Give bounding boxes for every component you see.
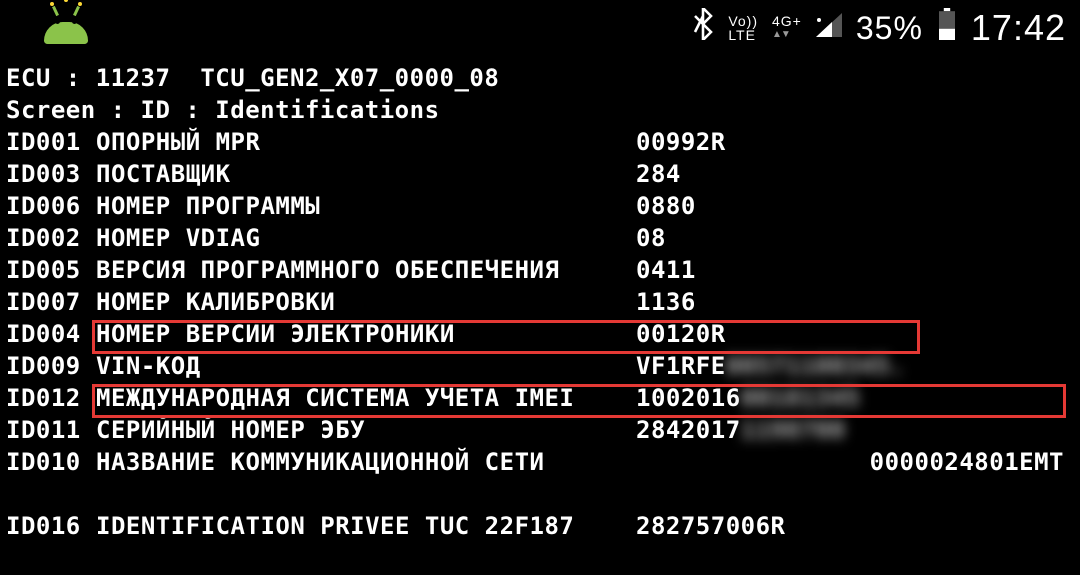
row-value: 282757006R xyxy=(636,510,936,542)
id-row: ID005ВЕРСИЯ ПРОГРАММНОГО ОБЕСПЕЧЕНИЯ0411 xyxy=(6,254,1074,286)
row-value: 0000024801EMT xyxy=(636,446,1074,478)
row-label: НОМЕР ПРОГРАММЫ xyxy=(96,190,636,222)
row-label: VIN-КОД xyxy=(96,350,636,382)
row-id: ID016 xyxy=(6,510,96,542)
row-id: ID002 xyxy=(6,222,96,254)
row-id: ID007 xyxy=(6,286,96,318)
row-label: IDENTIFICATION PRIVEE TUC 22F187 xyxy=(96,510,636,542)
id-row: ID016 IDENTIFICATION PRIVEE TUC 22F187 2… xyxy=(6,510,1074,542)
row-id: ID006 xyxy=(6,190,96,222)
volte-indicator: Vo)) LTE xyxy=(728,14,758,42)
row-id: ID001 xyxy=(6,126,96,158)
id-row: ID010НАЗВАНИЕ КОММУНИКАЦИОННОЙ СЕТИ00000… xyxy=(6,446,1074,478)
row-label: НОМЕР VDIAG xyxy=(96,222,636,254)
app-icon xyxy=(44,12,88,44)
row-id: ID010 xyxy=(6,446,96,478)
id-row: ID006НОМЕР ПРОГРАММЫ0880 xyxy=(6,190,1074,222)
id-row: ID007НОМЕР КАЛИБРОВКИ1136 xyxy=(6,286,1074,318)
row-id: ID004 xyxy=(6,318,96,350)
row-value: 28420171198700 xyxy=(636,414,936,446)
redacted-text: 00571100345. xyxy=(726,350,905,382)
status-bar: Vo)) LTE 4G+ ▲▼ 35% 17:42 xyxy=(0,0,1080,56)
row-label: НОМЕР КАЛИБРОВКИ xyxy=(96,286,636,318)
row-label: ОПОРНЫЙ MPR xyxy=(96,126,636,158)
row-label: НАЗВАНИЕ КОММУНИКАЦИОННОЙ СЕТИ xyxy=(96,446,636,478)
row-label: НОМЕР ВЕРСИИ ЭЛЕКТРОНИКИ xyxy=(96,318,636,350)
battery-icon xyxy=(937,8,957,48)
row-id: ID009 xyxy=(6,350,96,382)
redacted-text: 00181345 xyxy=(741,382,861,414)
signal-icon xyxy=(816,11,842,45)
row-value: VF1RFE00571100345. xyxy=(636,350,936,382)
row-label: МЕЖДУНАРОДНАЯ СИСТЕМА УЧЕТА IMEI xyxy=(96,382,636,414)
terminal-content: ECU : 11237 TCU_GEN2_X07_0000_08 Screen … xyxy=(0,56,1080,542)
id-row: ID009VIN-КОДVF1RFE00571100345. xyxy=(6,350,1074,382)
id-row: ID002НОМЕР VDIAG08 xyxy=(6,222,1074,254)
row-label: ПОСТАВЩИК xyxy=(96,158,636,190)
row-value: 1136 xyxy=(636,286,936,318)
row-value: 0880 xyxy=(636,190,936,222)
row-value: 00992R xyxy=(636,126,936,158)
row-label: ВЕРСИЯ ПРОГРАММНОГО ОБЕСПЕЧЕНИЯ xyxy=(96,254,636,286)
row-value: 00120R xyxy=(636,318,936,350)
row-id: ID003 xyxy=(6,158,96,190)
id-row: ID003ПОСТАВЩИК284 xyxy=(6,158,1074,190)
row-id: ID012 xyxy=(6,382,96,414)
id-row: ID004НОМЕР ВЕРСИИ ЭЛЕКТРОНИКИ00120R xyxy=(6,318,1074,350)
redacted-text: 1198700 xyxy=(741,414,846,446)
row-value: 284 xyxy=(636,158,936,190)
network-type-indicator: 4G+ ▲▼ xyxy=(772,14,802,42)
bluetooth-icon xyxy=(692,8,714,48)
row-value: 100201600181345 xyxy=(636,382,936,414)
row-value: 08 xyxy=(636,222,936,254)
row-label: СЕРИЙНЫЙ НОМЕР ЭБУ xyxy=(96,414,636,446)
id-row: ID001ОПОРНЫЙ MPR00992R xyxy=(6,126,1074,158)
row-id: ID005 xyxy=(6,254,96,286)
row-id: ID011 xyxy=(6,414,96,446)
battery-percent: 35% xyxy=(856,10,923,47)
clock: 17:42 xyxy=(971,7,1066,49)
screen-header: Screen : ID : Identifications xyxy=(6,94,1074,126)
row-value: 0411 xyxy=(636,254,936,286)
id-row: ID011СЕРИЙНЫЙ НОМЕР ЭБУ28420171198700 xyxy=(6,414,1074,446)
id-row: ID012МЕЖДУНАРОДНАЯ СИСТЕМА УЧЕТА IMEI100… xyxy=(6,382,1074,414)
ecu-header: ECU : 11237 TCU_GEN2_X07_0000_08 xyxy=(6,62,1074,94)
